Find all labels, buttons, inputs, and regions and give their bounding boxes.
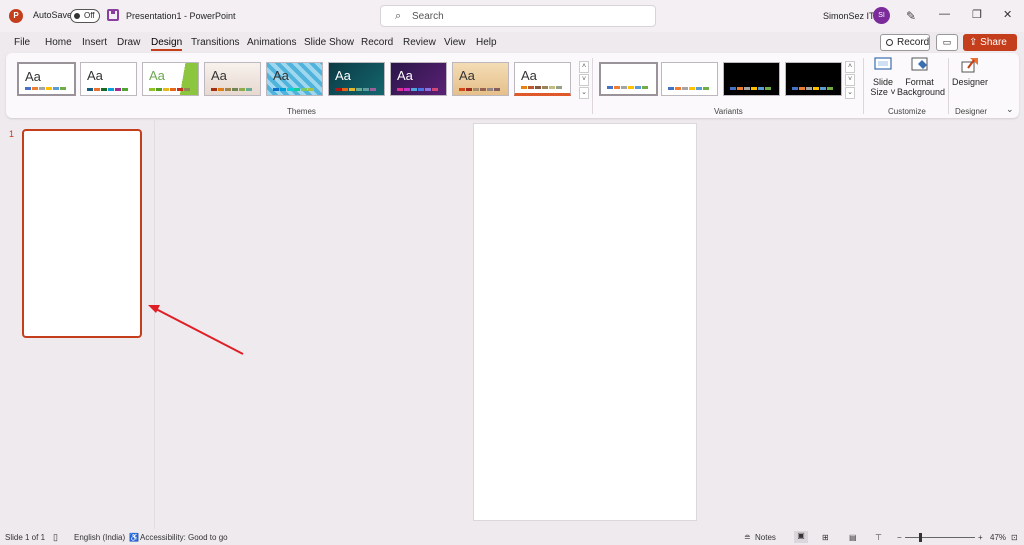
notes-icon: ≘	[744, 533, 751, 542]
slide-counter[interactable]: Slide 1 of 1	[5, 533, 45, 542]
accessibility-icon: ♿	[129, 533, 139, 542]
zoom-slider[interactable]	[905, 537, 975, 538]
status-bar: Slide 1 of 1 ▯ English (India) ♿ Accessi…	[0, 529, 1024, 545]
slide-sorter-icon[interactable]: ⊞	[822, 533, 829, 542]
notes-button[interactable]: Notes	[755, 533, 776, 542]
slideshow-icon[interactable]: ⊤	[875, 533, 882, 542]
spelling-icon[interactable]: ▯	[53, 532, 58, 543]
annotation-arrow	[148, 305, 244, 355]
accessibility-status[interactable]: Accessibility: Good to go	[140, 533, 228, 542]
language-indicator[interactable]: English (India)	[74, 533, 125, 542]
reading-view-icon[interactable]: ▤	[849, 533, 857, 542]
zoom-in-button[interactable]: +	[978, 533, 983, 542]
zoom-slider-handle[interactable]	[919, 533, 922, 542]
normal-view-icon[interactable]: ▣	[794, 531, 808, 543]
zoom-level[interactable]: 47%	[990, 533, 1006, 542]
fit-to-window-icon[interactable]: ⊡	[1011, 533, 1018, 542]
zoom-out-button[interactable]: −	[897, 533, 902, 542]
